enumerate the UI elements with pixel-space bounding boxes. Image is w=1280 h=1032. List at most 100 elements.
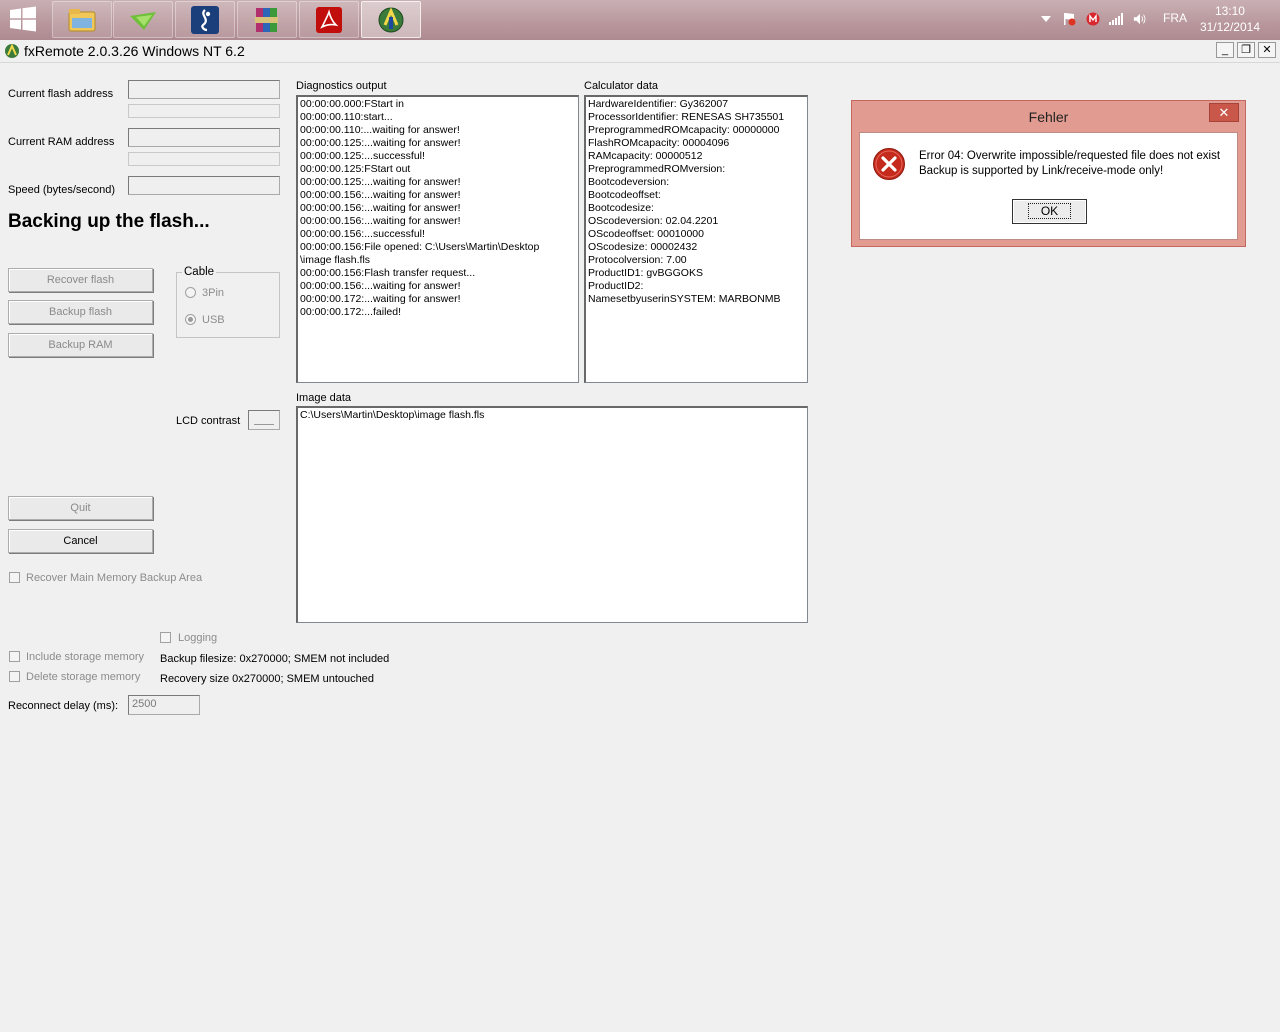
diagnostics-label: Diagnostics output: [296, 80, 387, 92]
calculator-data-output[interactable]: HardwareIdentifier: Gy362007 ProcessorId…: [584, 95, 808, 383]
include-storage-label: Include storage memory: [26, 651, 144, 663]
start-button[interactable]: [8, 6, 40, 34]
delete-storage-checkbox[interactable]: [9, 671, 20, 682]
log-line: 00:00:00.156:...waiting for answer!: [300, 280, 461, 292]
calc-line: ProductID1: gvBGGOKS: [588, 267, 703, 279]
diagnostics-output[interactable]: 00:00:00.000:FStart in 00:00:00.110:star…: [296, 95, 579, 383]
cable-label: Cable: [182, 266, 217, 278]
image-data-output[interactable]: C:\Users\Martin\Desktop\image flash.fls: [296, 406, 808, 623]
clock[interactable]: 13:10 31/12/2014: [1200, 3, 1260, 35]
log-line: 00:00:00.125:...waiting for answer!: [300, 137, 461, 149]
calc-line: NamesetbyuserinSYSTEM: MARBONMB: [588, 293, 781, 305]
dialog-ok-label: OK: [1027, 203, 1072, 219]
log-line: 00:00:00.125:...waiting for answer!: [300, 176, 461, 188]
cable-groupbox: [176, 272, 280, 338]
calc-line: ProcessorIdentifier: RENESAS SH735501: [588, 111, 785, 123]
network-signal-icon[interactable]: [1109, 12, 1123, 26]
clock-time: 13:10: [1214, 4, 1245, 18]
calculator-data-label: Calculator data: [584, 80, 658, 92]
calc-line: Bootcodeversion:: [588, 176, 670, 188]
delete-storage-label: Delete storage memory: [26, 671, 141, 683]
minimize-button[interactable]: _: [1216, 42, 1234, 58]
calc-line: OScodeversion: 02.04.2201: [588, 215, 719, 227]
error-dialog: Fehler ✕ Error 04: Overwrite impossible/…: [851, 100, 1246, 247]
calc-line: OScodeoffset: 00010000: [588, 228, 704, 240]
log-line: 00:00:00.156:...successful!: [300, 228, 425, 240]
action-center-flag-icon[interactable]: [1062, 12, 1076, 26]
calc-line: Bootcodeoffset:: [588, 189, 661, 201]
windows-logo-icon: [10, 6, 36, 32]
calc-line: Protocolversion: 7.00: [588, 254, 687, 266]
ram-address-label: Current RAM address: [8, 136, 115, 148]
ram-address-field[interactable]: [128, 128, 280, 147]
recover-main-memory-label: Recover Main Memory Backup Area: [26, 572, 203, 584]
window-titlebar: fxRemote 2.0.3.26 Windows NT 6.2 _ ❐ ✕: [0, 40, 1280, 63]
image-path-line: C:\Users\Martin\Desktop\image flash.fls: [300, 409, 485, 421]
dialog-message-line1: Error 04: Overwrite impossible/requested…: [919, 150, 1221, 162]
taskbar-fxremote[interactable]: [361, 1, 421, 38]
recover-flash-button[interactable]: Recover flash: [8, 268, 153, 292]
winrar-icon: [255, 7, 278, 32]
app-icon: [5, 43, 19, 58]
mega-icon[interactable]: [1086, 12, 1100, 26]
green-arrow-icon: [130, 11, 156, 30]
cable-usb-radio[interactable]: [185, 314, 196, 325]
logging-checkbox[interactable]: [160, 632, 171, 643]
taskbar: FRA 13:10 31/12/2014: [0, 0, 1280, 40]
log-line: 00:00:00.125:FStart out: [300, 163, 411, 175]
log-line: 00:00:00.156:File opened: C:\Users\Marti…: [300, 241, 540, 253]
log-line: 00:00:00.156:...waiting for answer!: [300, 215, 461, 227]
flash-address-label: Current flash address: [8, 88, 114, 100]
language-indicator[interactable]: FRA: [1163, 11, 1187, 25]
log-line: 00:00:00.110:start...: [300, 111, 393, 123]
taskbar-file-explorer[interactable]: [52, 1, 112, 38]
image-data-label: Image data: [296, 392, 352, 404]
close-button[interactable]: ✕: [1258, 42, 1276, 58]
dialog-ok-button[interactable]: OK: [1012, 199, 1087, 224]
log-line: 00:00:00.156:...waiting for answer!: [300, 202, 461, 214]
reconnect-delay-label: Reconnect delay (ms):: [8, 700, 119, 712]
include-storage-checkbox[interactable]: [9, 651, 20, 662]
recover-main-memory-checkbox[interactable]: [9, 572, 20, 583]
speed-field[interactable]: [128, 176, 280, 195]
flash-address-field[interactable]: [128, 80, 280, 99]
taskbar-blue-app[interactable]: [175, 1, 235, 38]
flash-progress-bar: [128, 104, 280, 118]
tray-overflow-icon[interactable]: [1039, 12, 1053, 26]
log-line: 00:00:00.125:...successful!: [300, 150, 425, 162]
fxremote-icon: [378, 6, 404, 32]
speed-label: Speed (bytes/second): [8, 184, 116, 196]
error-icon: [873, 148, 905, 180]
log-line: 00:00:00.172:...waiting for answer!: [300, 293, 461, 305]
log-line: 00:00:00.172:...failed!: [300, 306, 401, 318]
restore-button[interactable]: ❐: [1237, 42, 1255, 58]
lcd-contrast-field[interactable]: [248, 410, 280, 430]
reconnect-delay-input[interactable]: 2500: [128, 695, 200, 715]
volume-icon[interactable]: [1133, 12, 1147, 26]
dialog-close-button[interactable]: ✕: [1209, 103, 1239, 122]
lcd-contrast-label: LCD contrast: [176, 415, 241, 427]
taskbar-green-app[interactable]: [113, 1, 173, 38]
cancel-button[interactable]: Cancel: [8, 529, 153, 553]
calc-line: ProductID2:: [588, 280, 644, 292]
window-title: fxRemote 2.0.3.26 Windows NT 6.2: [24, 43, 245, 59]
backup-ram-button[interactable]: Backup RAM: [8, 333, 153, 357]
cable-usb-label: USB: [202, 314, 225, 326]
ram-progress-bar: [128, 152, 280, 166]
status-heading: Backing up the flash...: [8, 211, 210, 232]
cable-3pin-radio[interactable]: [185, 287, 196, 298]
calc-line: PreprogrammedROMcapacity: 00000000: [588, 124, 780, 136]
clock-date: 31/12/2014: [1199, 20, 1260, 34]
taskbar-winrar[interactable]: [237, 1, 297, 38]
taskbar-acrobat[interactable]: [299, 1, 359, 38]
calc-line: FlashROMcapacity: 00004096: [588, 137, 730, 149]
log-line: 00:00:00.156:Flash transfer request...: [300, 267, 476, 279]
backup-flash-button[interactable]: Backup flash: [8, 300, 153, 324]
backup-filesize-text: Backup filesize: 0x270000; SMEM not incl…: [160, 653, 390, 665]
calc-line: HardwareIdentifier: Gy362007: [588, 98, 729, 110]
calc-line: PreprogrammedROMversion:: [588, 163, 726, 175]
logging-label: Logging: [178, 632, 218, 644]
log-line: 00:00:00.156:...waiting for answer!: [300, 189, 461, 201]
quit-button[interactable]: Quit: [8, 496, 153, 520]
dialog-title: Fehler: [1028, 109, 1069, 125]
